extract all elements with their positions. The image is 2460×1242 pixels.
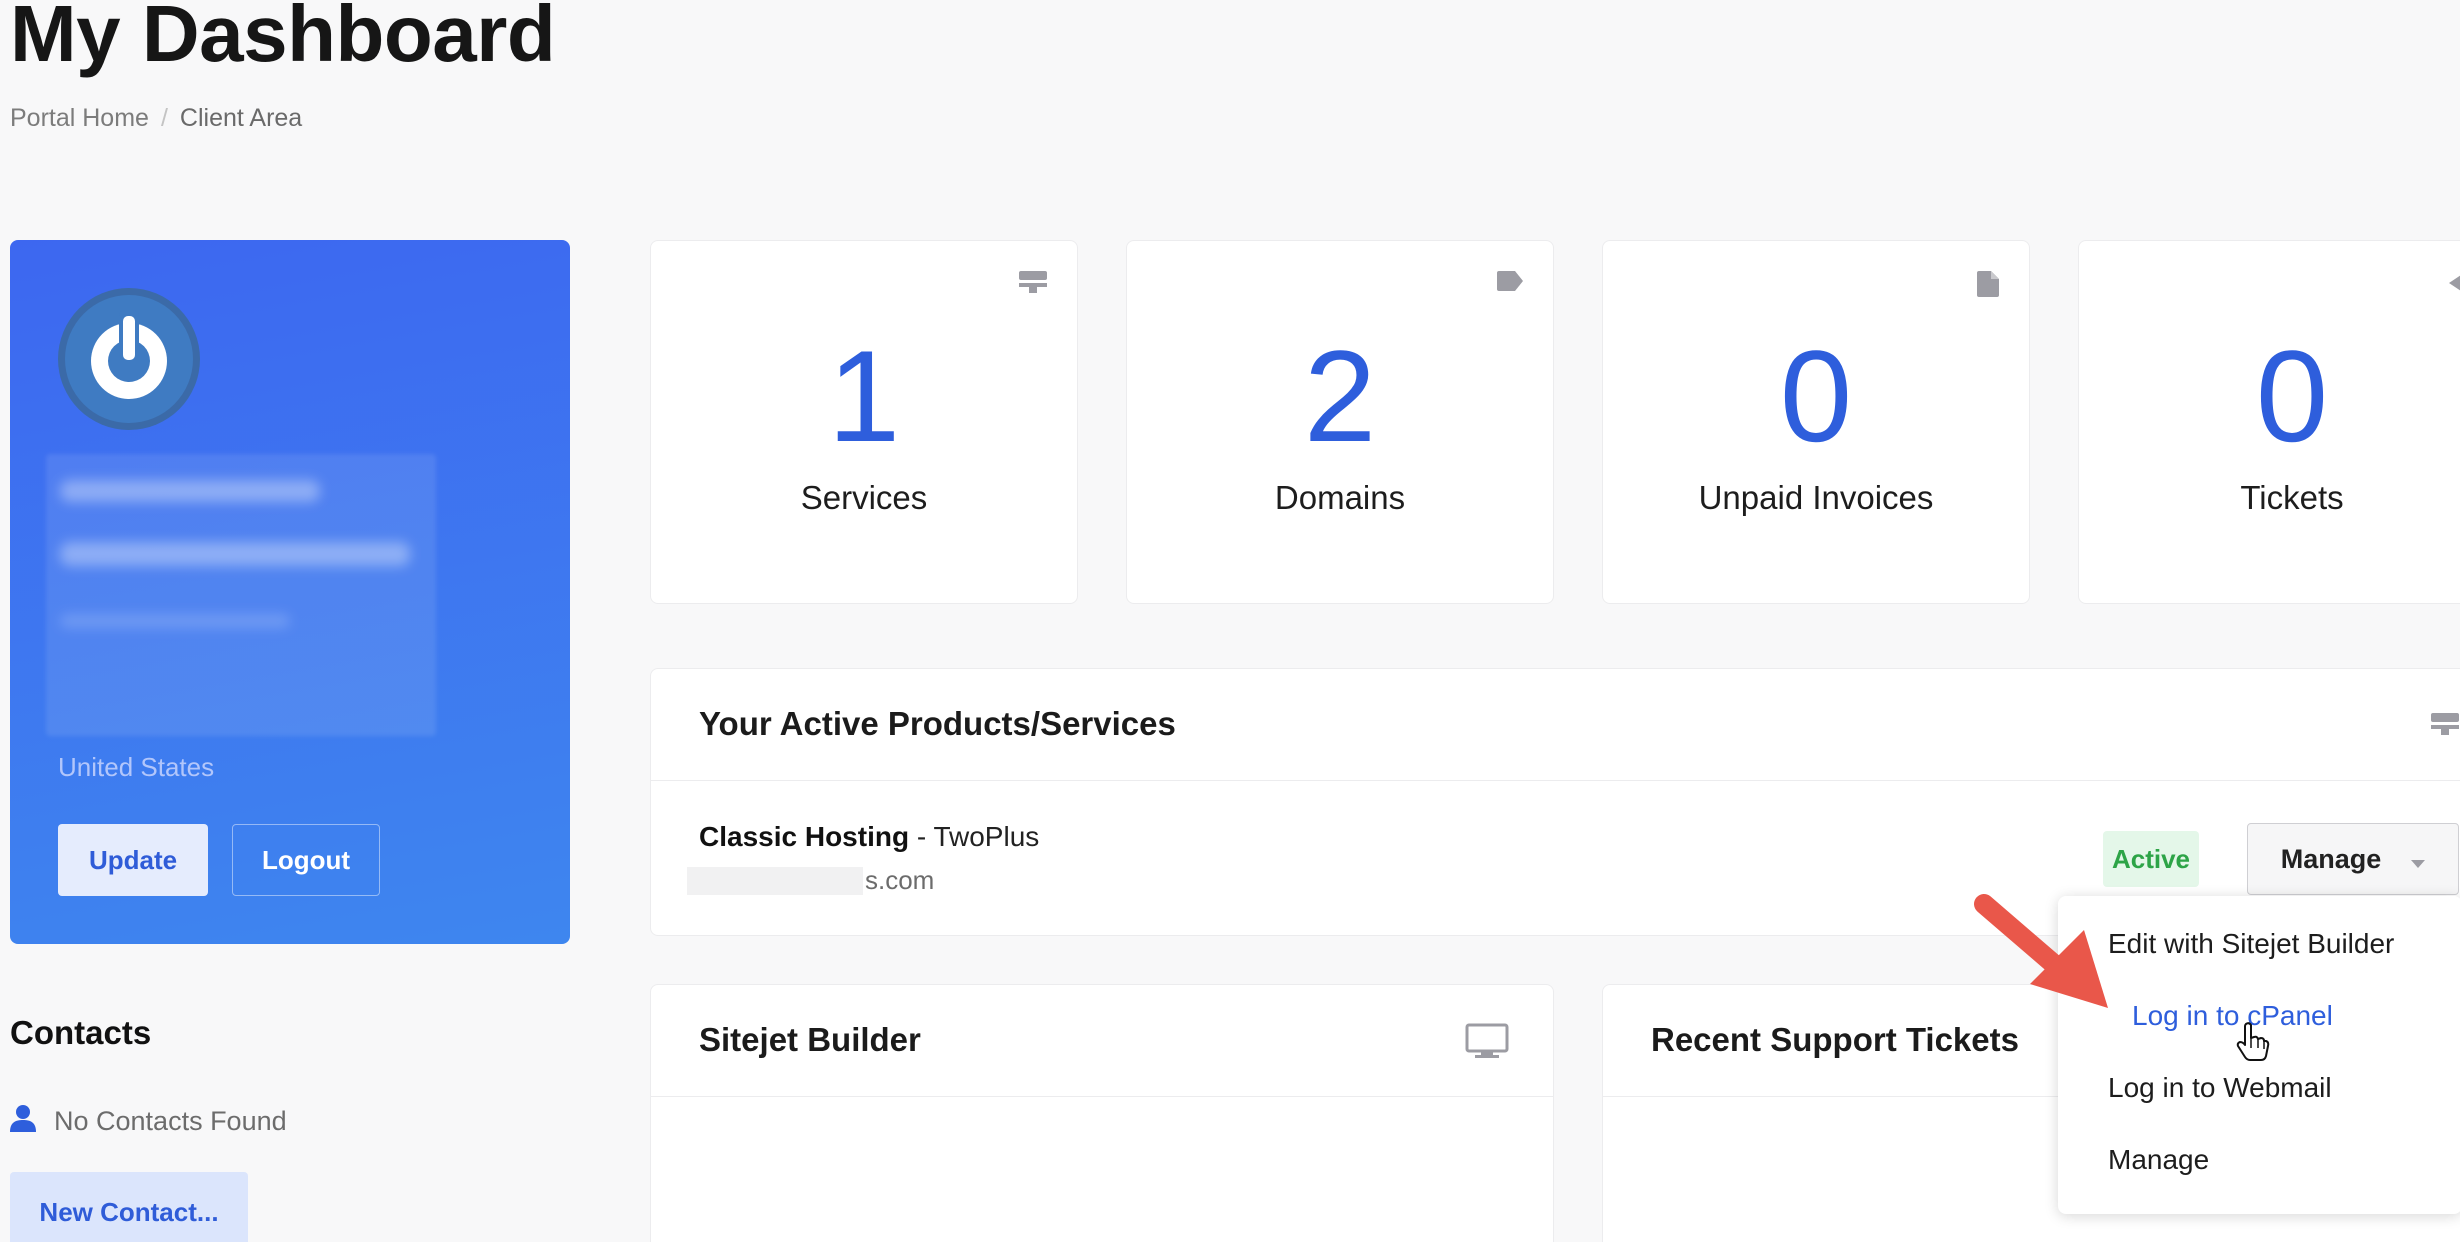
- unpaid-invoices-label: Unpaid Invoices: [1698, 479, 1934, 516]
- annotation-arrow-icon: [1960, 890, 2120, 1025]
- breadcrumb: Portal Home / Client Area: [10, 104, 302, 133]
- document-icon: [1977, 271, 1999, 302]
- sitejet-builder-header: Sitejet Builder: [651, 985, 1553, 1097]
- product-domain-suffix: s.com: [865, 865, 935, 895]
- product-plan: TwoPlus: [933, 821, 1040, 852]
- menu-item-log-in-to-cpanel[interactable]: Log in to cPanel: [2132, 1000, 2333, 1032]
- domains-count: 2: [1303, 323, 1377, 469]
- no-contacts-text: No Contacts Found: [54, 1106, 287, 1136]
- redacted-line: [60, 542, 410, 566]
- breadcrumb-client-area: Client Area: [179, 104, 303, 132]
- server-icon: [2431, 713, 2459, 742]
- status-badge: Active: [2103, 831, 2199, 887]
- breadcrumb-portal-home[interactable]: Portal Home: [10, 104, 149, 133]
- product-separator: -: [909, 821, 934, 852]
- server-icon: [1019, 271, 1047, 300]
- tag-icon: [1497, 271, 1523, 296]
- new-contact-button[interactable]: New Contact...: [10, 1172, 248, 1242]
- menu-item-manage[interactable]: Manage: [2108, 1144, 2209, 1176]
- power-logo-icon: [58, 288, 200, 430]
- product-title: Classic Hosting: [699, 821, 910, 852]
- monitor-icon: [1465, 1023, 1509, 1064]
- active-products-header: Your Active Products/Services: [651, 669, 2460, 781]
- redacted-domain: [687, 866, 863, 895]
- active-products-title: Your Active Products/Services: [699, 705, 1176, 742]
- redacted-line: [60, 480, 320, 502]
- manage-button-label: Manage: [2280, 843, 2382, 874]
- tickets-label: Tickets: [2240, 479, 2344, 516]
- stat-tile-tickets[interactable]: 0 Tickets: [2078, 240, 2460, 604]
- menu-item-log-in-to-webmail[interactable]: Log in to Webmail: [2108, 1072, 2332, 1104]
- hand-cursor-icon: [2236, 1022, 2270, 1067]
- page-title: My Dashboard: [10, 0, 556, 78]
- user-icon: [10, 1104, 36, 1139]
- product-name[interactable]: Classic Hosting - TwoPlus: [699, 821, 1039, 853]
- update-button[interactable]: Update: [58, 824, 208, 896]
- unpaid-invoices-count: 0: [1779, 323, 1853, 469]
- profile-card: United States Update Logout: [10, 240, 570, 944]
- breadcrumb-separator: /: [160, 104, 168, 132]
- services-count: 1: [827, 323, 901, 469]
- services-label: Services: [800, 479, 928, 516]
- no-contacts-row: No Contacts Found: [10, 1104, 287, 1139]
- sitejet-builder-title: Sitejet Builder: [699, 1021, 921, 1058]
- stat-tile-domains[interactable]: 2 Domains: [1126, 240, 1554, 604]
- tickets-count: 0: [2255, 323, 2329, 469]
- stat-tile-services[interactable]: 1 Services: [650, 240, 1078, 604]
- comment-icon: [2449, 271, 2460, 300]
- recent-support-tickets-title: Recent Support Tickets: [1651, 1021, 2019, 1058]
- contacts-title: Contacts: [10, 1014, 152, 1051]
- sitejet-builder-panel: Sitejet Builder: [650, 984, 1554, 1242]
- manage-dropdown-button[interactable]: Manage: [2247, 823, 2459, 895]
- stat-tile-unpaid-invoices[interactable]: 0 Unpaid Invoices: [1602, 240, 2030, 604]
- logout-button[interactable]: Logout: [232, 824, 380, 896]
- redacted-line: [60, 614, 290, 628]
- menu-item-edit-with-sitejet[interactable]: Edit with Sitejet Builder: [2108, 928, 2394, 960]
- profile-country: United States: [58, 752, 215, 782]
- caret-down-icon: [2411, 844, 2426, 875]
- product-domain: s.com: [687, 865, 934, 896]
- domains-label: Domains: [1274, 479, 1406, 516]
